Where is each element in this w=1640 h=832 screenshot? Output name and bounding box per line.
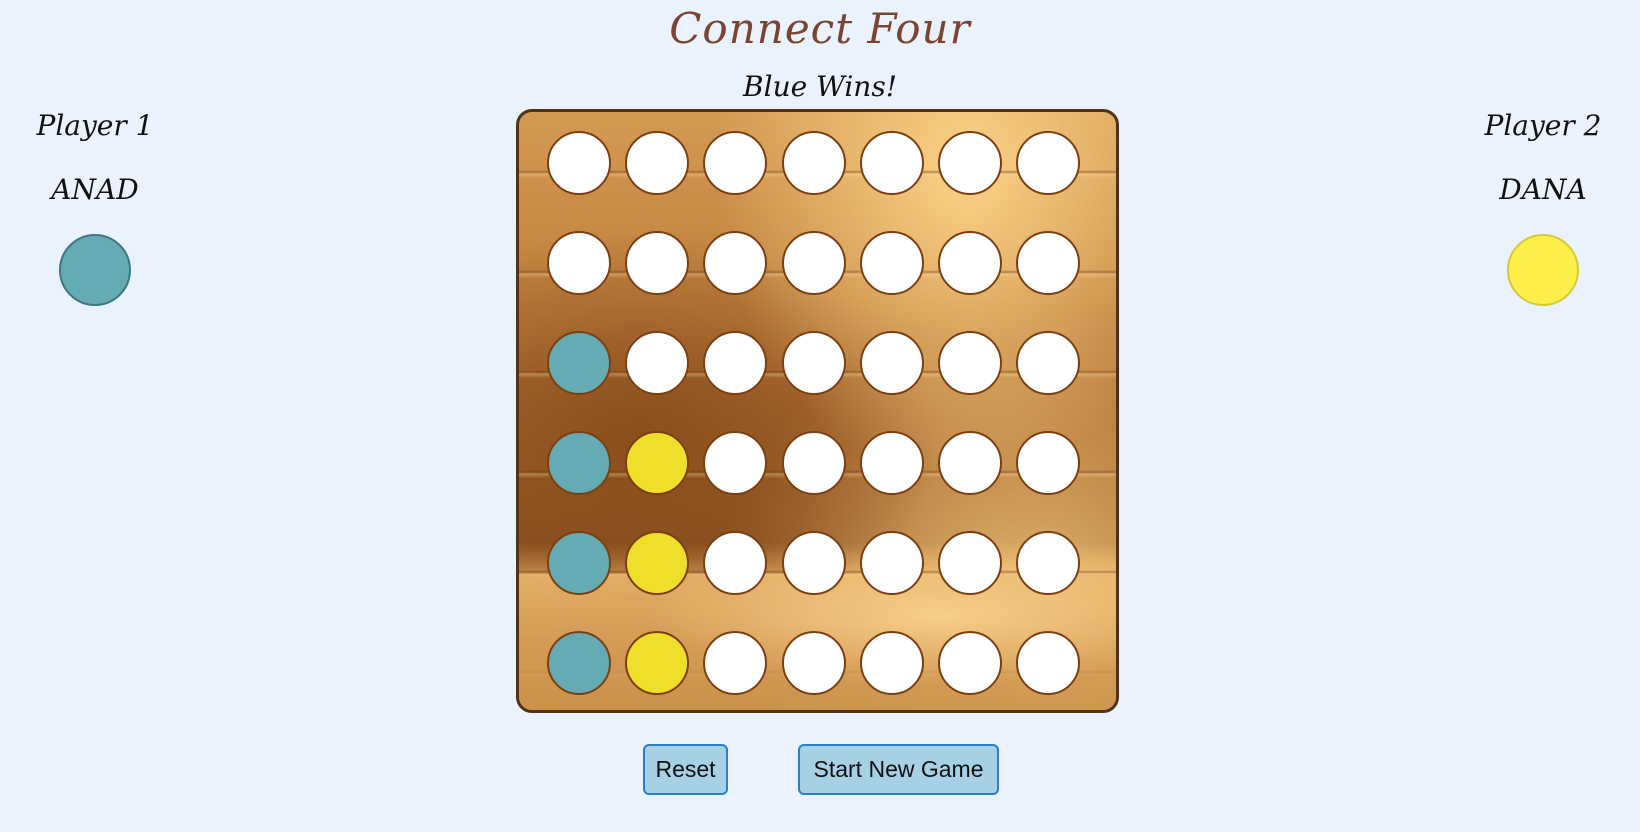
board-disc-blue[interactable] bbox=[547, 331, 611, 395]
board-slot-empty[interactable] bbox=[703, 231, 768, 295]
board-slot-empty[interactable] bbox=[1016, 231, 1081, 295]
player-2-panel: Player 2 DANA bbox=[1443, 106, 1640, 306]
board-slot-empty[interactable] bbox=[781, 231, 846, 295]
board-slot-empty[interactable] bbox=[781, 531, 846, 595]
board-slot-empty[interactable] bbox=[1016, 331, 1081, 395]
board-disc-yellow[interactable] bbox=[625, 531, 690, 595]
board-slot-empty[interactable] bbox=[625, 331, 690, 395]
board-disc-yellow[interactable] bbox=[625, 431, 690, 495]
board-slot-empty[interactable] bbox=[938, 631, 1002, 695]
board-slot-empty[interactable] bbox=[781, 431, 846, 495]
board-row bbox=[519, 412, 1116, 512]
board-row bbox=[519, 112, 1116, 212]
board-slot-empty[interactable] bbox=[1016, 431, 1081, 495]
board-slot-empty[interactable] bbox=[859, 631, 924, 695]
start-new-game-button[interactable]: Start New Game bbox=[798, 744, 999, 795]
board-slot-empty[interactable] bbox=[859, 131, 924, 195]
game-board[interactable] bbox=[516, 109, 1119, 713]
board-slot-empty[interactable] bbox=[859, 231, 924, 295]
player-2-disc bbox=[1507, 234, 1579, 306]
player-1-name: ANAD bbox=[51, 173, 139, 206]
board-disc-yellow[interactable] bbox=[625, 631, 690, 695]
reset-button[interactable]: Reset bbox=[643, 744, 728, 795]
board-disc-blue[interactable] bbox=[547, 531, 611, 595]
board-slot-empty[interactable] bbox=[547, 231, 611, 295]
board-slot-empty[interactable] bbox=[1016, 131, 1081, 195]
board-slot-empty[interactable] bbox=[547, 131, 611, 195]
player-2-label: Player 2 bbox=[1484, 109, 1602, 142]
board-slot-empty[interactable] bbox=[781, 131, 846, 195]
board-slot-empty[interactable] bbox=[781, 631, 846, 695]
board-disc-blue[interactable] bbox=[547, 431, 611, 495]
board-row bbox=[519, 212, 1116, 312]
board-slot-empty[interactable] bbox=[1016, 531, 1081, 595]
board-slot-empty[interactable] bbox=[625, 131, 690, 195]
player-1-label: Player 1 bbox=[36, 109, 154, 142]
board-slot-empty[interactable] bbox=[625, 231, 690, 295]
game-title: Connect Four bbox=[669, 4, 971, 53]
board-slot-empty[interactable] bbox=[938, 331, 1002, 395]
board-row bbox=[519, 312, 1116, 412]
board-slot-empty[interactable] bbox=[938, 231, 1002, 295]
board-row bbox=[519, 612, 1116, 710]
board-row bbox=[519, 512, 1116, 612]
board-slot-empty[interactable] bbox=[703, 131, 768, 195]
board-slot-empty[interactable] bbox=[938, 131, 1002, 195]
game-status: Blue Wins! bbox=[743, 70, 897, 103]
board-slot-empty[interactable] bbox=[781, 331, 846, 395]
board-slot-empty[interactable] bbox=[703, 631, 768, 695]
board-slot-empty[interactable] bbox=[859, 431, 924, 495]
player-2-name: DANA bbox=[1499, 173, 1587, 206]
player-1-panel: Player 1 ANAD bbox=[0, 106, 195, 306]
board-slot-empty[interactable] bbox=[938, 431, 1002, 495]
board-slot-empty[interactable] bbox=[703, 331, 768, 395]
board-slot-empty[interactable] bbox=[703, 531, 768, 595]
board-slot-empty[interactable] bbox=[859, 331, 924, 395]
player-1-disc bbox=[59, 234, 131, 306]
board-slot-empty[interactable] bbox=[938, 531, 1002, 595]
board-slot-empty[interactable] bbox=[1016, 631, 1081, 695]
board-slot-empty[interactable] bbox=[703, 431, 768, 495]
board-slot-empty[interactable] bbox=[859, 531, 924, 595]
board-disc-blue[interactable] bbox=[547, 631, 611, 695]
